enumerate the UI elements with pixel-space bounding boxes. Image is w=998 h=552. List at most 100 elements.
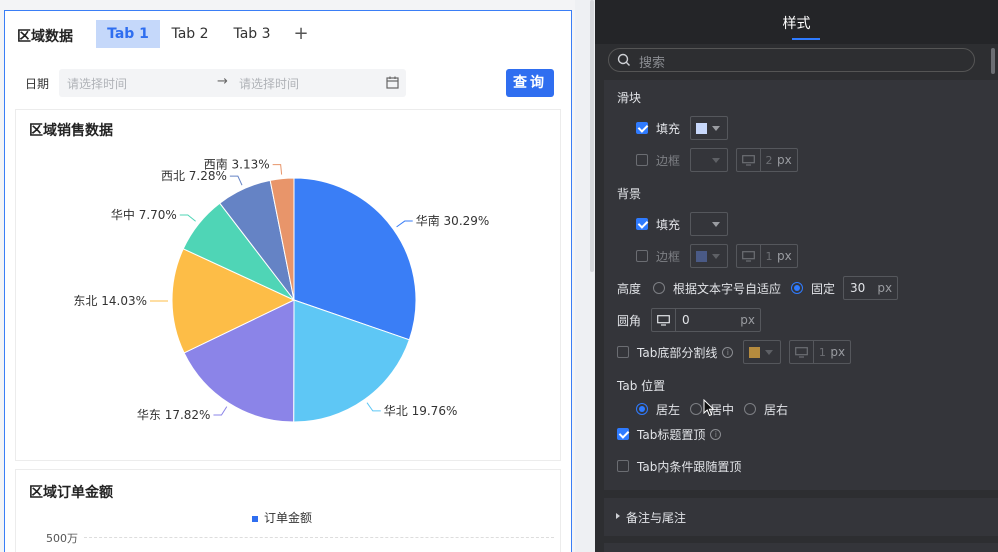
tab-2[interactable]: Tab 2: [165, 20, 215, 48]
slider-border-color-picker[interactable]: [690, 148, 729, 172]
height-row: 高度 根据文本字号自适应 固定 30 px: [617, 276, 899, 300]
tab-3[interactable]: Tab 3: [227, 20, 277, 48]
bg-fill-color-picker[interactable]: [690, 212, 729, 236]
px-unit: px: [777, 249, 792, 263]
color-swatch: [696, 122, 708, 134]
divider-color-picker[interactable]: [743, 340, 782, 364]
position-right-radio[interactable]: [744, 403, 757, 415]
panel-title[interactable]: 样式: [595, 13, 998, 33]
monitor-icon: [737, 245, 762, 267]
report-canvas: 区域数据 Tab 1 Tab 2 Tab 3 + 日期 请选择时间 → 请选择时…: [0, 0, 575, 552]
add-tab-button[interactable]: +: [291, 20, 311, 48]
pie-label-6: 西南 3.13%: [204, 157, 270, 172]
chevron-down-icon: [712, 221, 721, 227]
radius-label: 圆角: [617, 313, 642, 328]
calendar-icon[interactable]: [386, 76, 399, 89]
border-width-value: 1: [765, 249, 773, 263]
color-swatch: [749, 346, 761, 358]
remarks-section-label: 备注与尾注: [626, 511, 687, 525]
info-icon[interactable]: i: [722, 346, 734, 358]
search-box[interactable]: 搜索: [608, 48, 975, 72]
style-panel: 样式 搜索 滑块 填充 边框 2 px 背景 填充 边框 1 px 高度 根据文…: [595, 0, 998, 552]
monitor-icon: [790, 341, 815, 363]
settings-group: 滑块 填充 边框 2 px 背景 填充 边框 1 px 高度 根据文本字号自适应…: [604, 80, 998, 490]
chevron-right-icon: [616, 513, 620, 519]
pie-label-3: 东北 14.03%: [73, 294, 147, 308]
slider-fill-color-picker[interactable]: [690, 116, 729, 140]
monitor-icon: [737, 149, 762, 171]
position-left-radio[interactable]: [636, 403, 648, 415]
height-label: 高度: [617, 281, 642, 296]
legend[interactable]: 订单金额: [252, 509, 312, 526]
slider-border-width-input[interactable]: 2 px: [736, 148, 798, 172]
tab-component[interactable]: 区域数据 Tab 1 Tab 2 Tab 3 + 日期 请选择时间 → 请选择时…: [4, 10, 572, 552]
divider-width-input[interactable]: 1 px: [789, 340, 852, 364]
pie-chart: 华南 30.29% 华北 19.76% 华东 17.82% 东北 14.03% 华中 7…: [73, 157, 489, 423]
px-unit: px: [877, 281, 893, 295]
color-swatch: [696, 155, 707, 166]
radius-input[interactable]: 0 px: [651, 308, 762, 332]
slider-fill-label: 填充: [656, 121, 681, 136]
slider-section-title: 滑块: [617, 91, 642, 105]
mouse-cursor-icon: [703, 399, 715, 417]
panel-scrollbar[interactable]: [991, 48, 995, 74]
divider-width-value: 1: [818, 345, 826, 359]
position-left-label: 居左: [656, 402, 681, 417]
pie-label-4: 华中 7.70%: [111, 207, 177, 222]
px-unit: px: [830, 345, 846, 359]
tab-1[interactable]: Tab 1: [96, 20, 160, 48]
divider-label: Tab底部分割线: [637, 345, 718, 360]
position-right-label: 居右: [764, 402, 789, 417]
chevron-down-icon: [765, 349, 774, 355]
slider-border-checkbox[interactable]: [636, 154, 648, 166]
divider-checkbox[interactable]: [617, 346, 629, 358]
tab-position-title: Tab 位置: [617, 379, 666, 393]
bg-border-width-input[interactable]: 1 px: [736, 244, 798, 268]
slider-fill-checkbox[interactable]: [636, 122, 648, 134]
height-fixed-label: 固定: [811, 281, 836, 296]
bg-border-color-picker[interactable]: [690, 244, 729, 268]
remarks-section-header[interactable]: 备注与尾注: [604, 498, 998, 536]
date-range-picker[interactable]: 请选择时间 → 请选择时间: [59, 69, 406, 97]
background-section-title: 背景: [617, 187, 642, 201]
active-tab-indicator: [792, 38, 820, 40]
splitter[interactable]: [575, 0, 595, 552]
height-auto-radio[interactable]: [653, 282, 666, 294]
height-value: 30: [850, 281, 866, 295]
inner-sticky-checkbox[interactable]: [617, 460, 629, 472]
position-center-radio[interactable]: [690, 403, 703, 415]
pie-leader-line-6: [272, 164, 283, 175]
slider-fill-row: 填充: [636, 116, 729, 140]
height-value-input[interactable]: 30 px: [843, 276, 899, 300]
bg-border-checkbox[interactable]: [636, 250, 648, 262]
pie-label-2: 华东 17.82%: [137, 408, 211, 422]
slider-border-row: 边框 2 px: [636, 148, 798, 172]
search-icon: [617, 53, 630, 66]
title-sticky-label: Tab标题置顶: [637, 427, 706, 442]
radius-row: 圆角 0 px: [617, 308, 762, 332]
slider-border-label: 边框: [656, 153, 681, 168]
title-sticky-checkbox[interactable]: [617, 428, 629, 440]
radius-value: 0: [682, 313, 690, 327]
next-section-header[interactable]: [604, 543, 998, 552]
divider-row: Tab底部分割线 i 1 px: [617, 340, 852, 364]
chevron-down-icon: [712, 125, 721, 131]
pie-label-1: 华北 19.76%: [384, 404, 458, 418]
chart-title-2: 区域订单金额: [29, 485, 113, 501]
border-width-value: 2: [765, 153, 773, 167]
color-swatch: [696, 219, 707, 230]
date-end-input[interactable]: 请选择时间: [239, 75, 299, 92]
bg-fill-row: 填充: [636, 212, 729, 236]
chevron-down-icon: [712, 253, 721, 259]
inner-sticky-row: Tab内条件跟随置顶: [617, 455, 741, 477]
panel-header: 样式: [595, 0, 998, 44]
scrollbar-thumb[interactable]: [590, 0, 594, 272]
chevron-down-icon: [712, 157, 721, 163]
info-icon[interactable]: i: [710, 428, 722, 440]
query-button[interactable]: 查询: [506, 69, 554, 97]
date-start-input[interactable]: 请选择时间: [67, 75, 127, 92]
y-axis-tick: 500万: [46, 532, 78, 545]
bg-fill-checkbox[interactable]: [636, 218, 648, 230]
search-input[interactable]: 搜索: [639, 52, 665, 71]
height-fixed-radio[interactable]: [791, 282, 804, 294]
